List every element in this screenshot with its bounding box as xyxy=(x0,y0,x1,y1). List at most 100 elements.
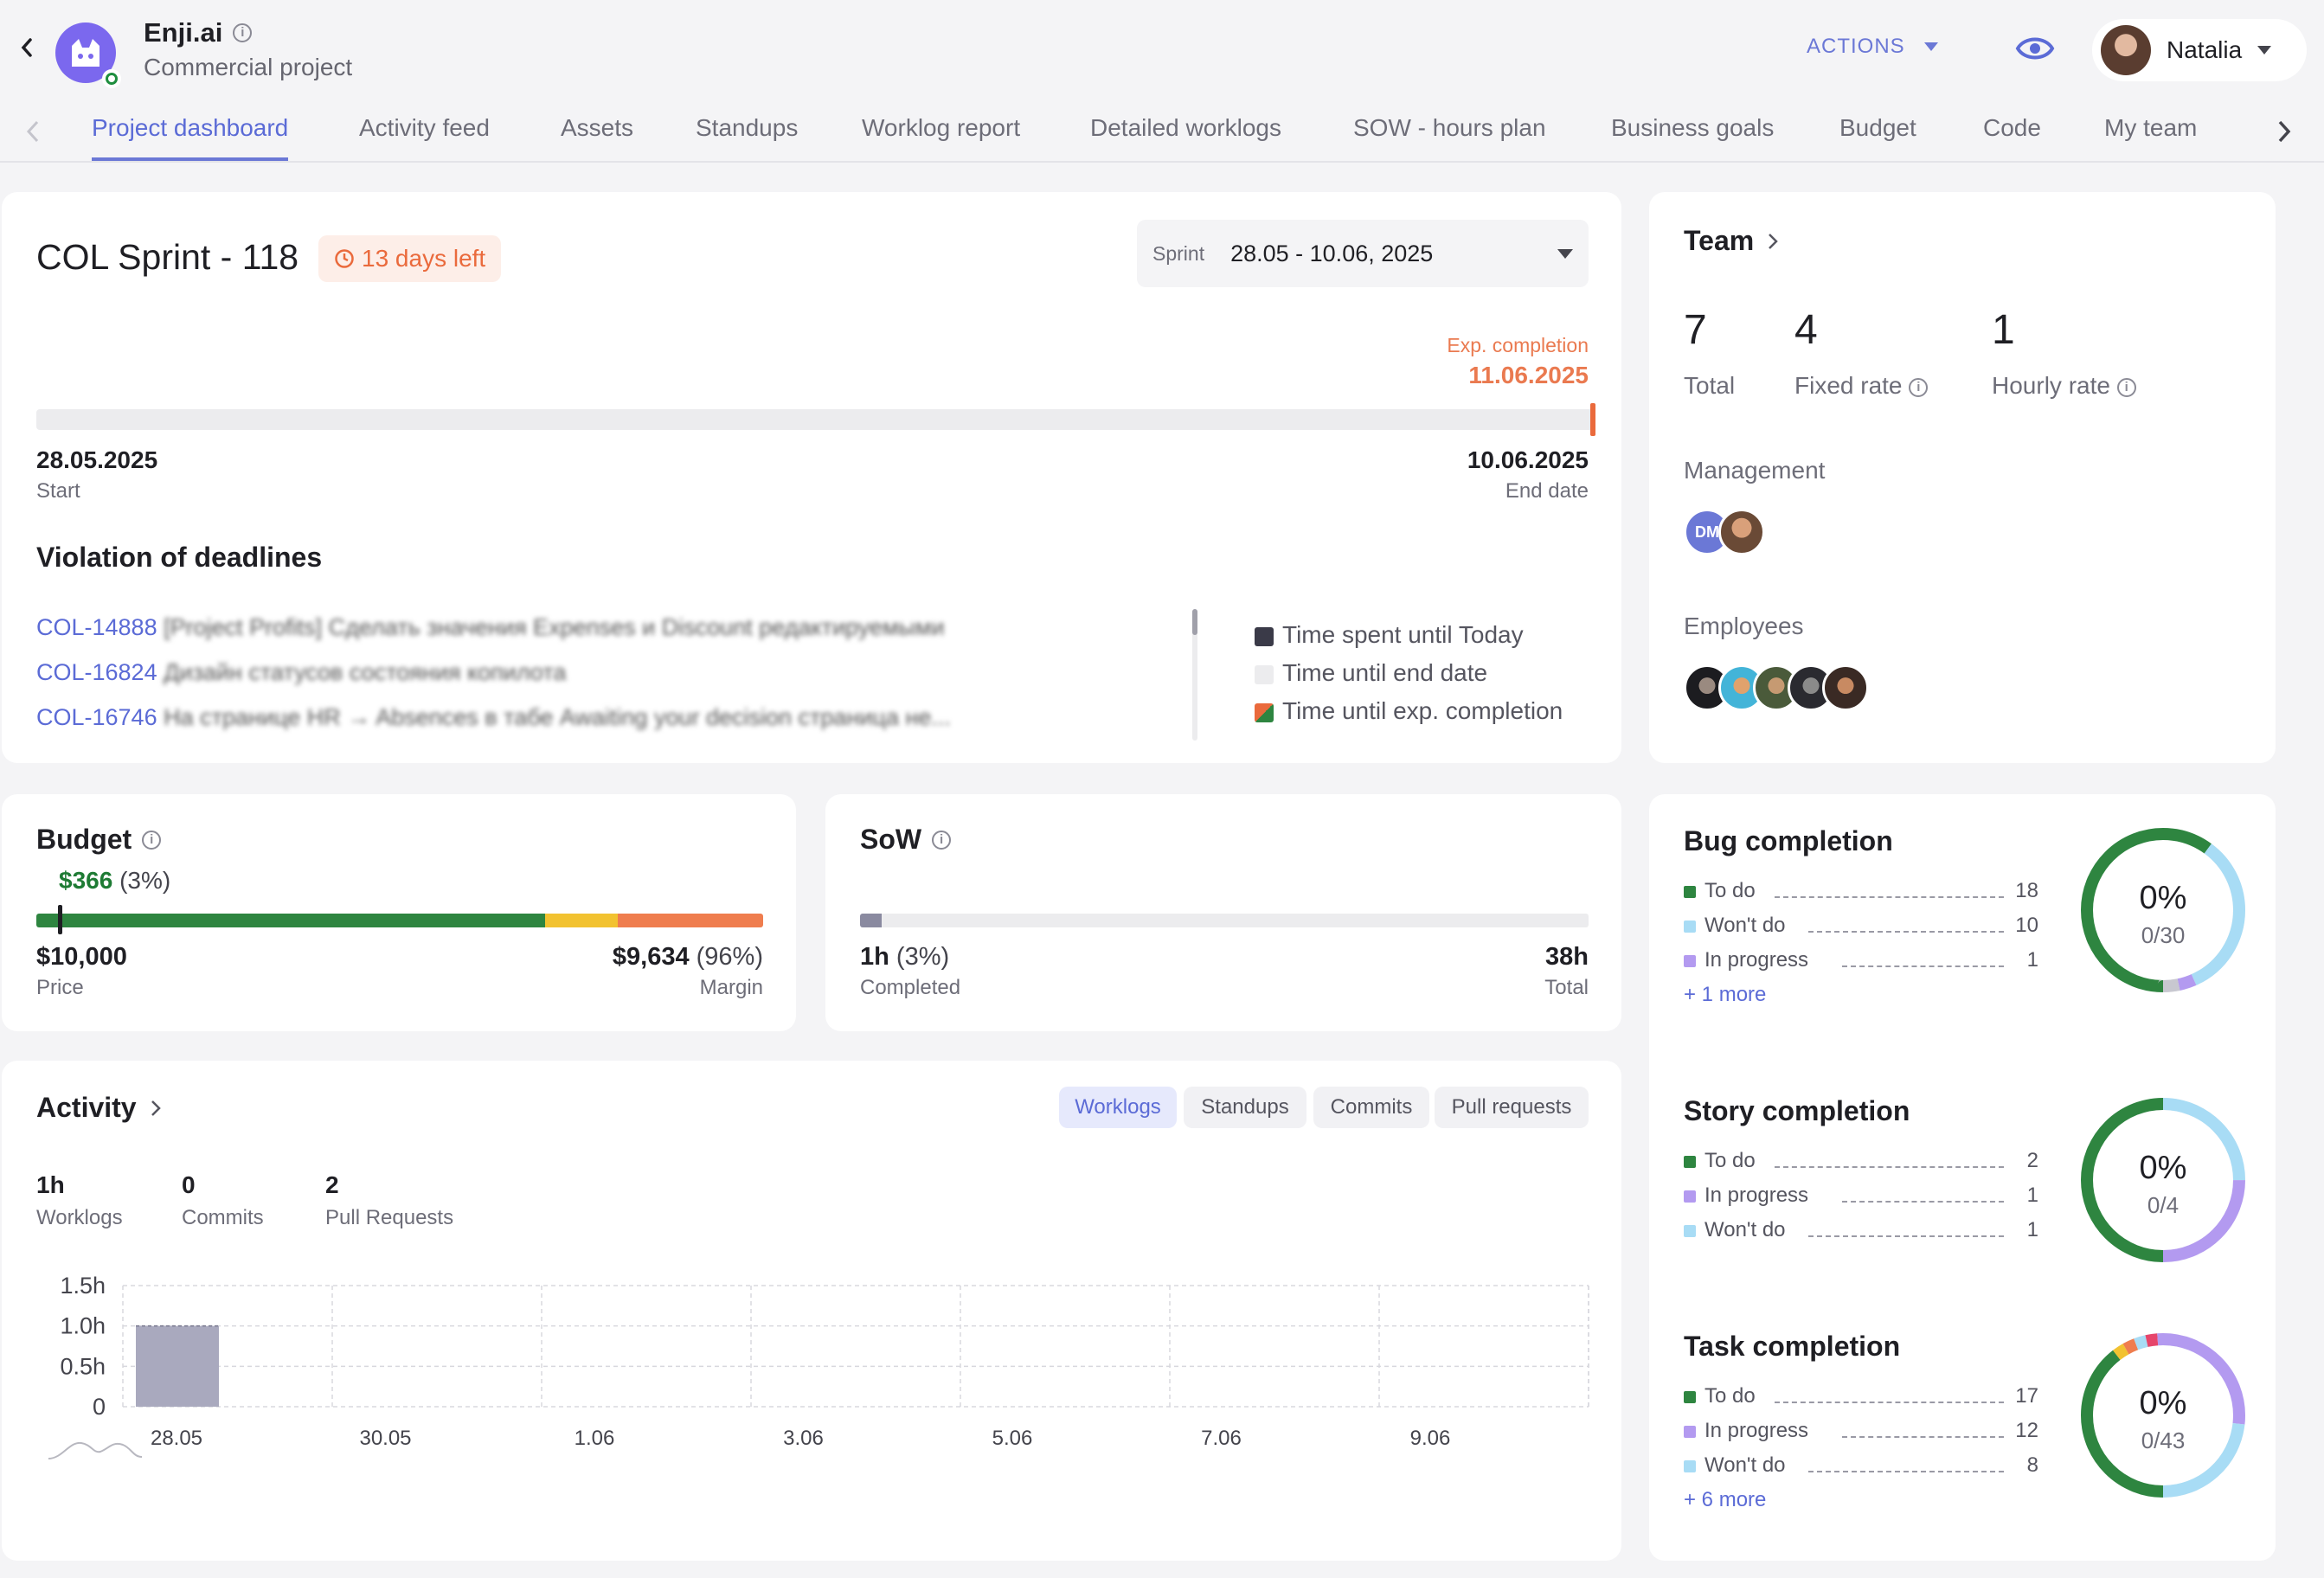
x-tick-label: 3.06 xyxy=(783,1427,824,1450)
completion-ratio: 0/43 xyxy=(2141,1427,2186,1453)
filter-standups[interactable]: Standups xyxy=(1184,1087,1306,1128)
avatar[interactable] xyxy=(1718,509,1765,555)
tab-standups[interactable]: Standups xyxy=(696,114,798,161)
tab-activity-feed[interactable]: Activity feed xyxy=(359,114,490,161)
info-icon[interactable]: i xyxy=(2116,377,2136,397)
team-title: Team xyxy=(1684,225,1755,256)
issue-summary: Дизайн статусов состояния копилота xyxy=(164,659,567,685)
actions-label: ACTIONS xyxy=(1807,35,1905,58)
tab-budget[interactable]: Budget xyxy=(1839,114,1916,161)
team-title-link[interactable]: Team xyxy=(1684,225,1778,257)
sow-title-text: SoW xyxy=(860,824,922,855)
issue-summary: На странице HR → Absences в табе Awaitin… xyxy=(164,704,951,730)
filter-pull-requests[interactable]: Pull requests xyxy=(1435,1087,1589,1128)
filter-worklogs[interactable]: Worklogs xyxy=(1059,1087,1177,1128)
stat-commits-label: Commits xyxy=(182,1206,264,1229)
activity-chart: 0 0.5h 1.0h 1.5h 28.05 30.05 1.06 3.06 5.06 7.06 9… xyxy=(48,1273,1589,1459)
tabs-scroll-left-icon[interactable] xyxy=(16,114,50,149)
issue-key[interactable]: COL-16824 xyxy=(36,659,157,685)
tab-assets[interactable]: Assets xyxy=(561,114,633,161)
info-icon[interactable]: i xyxy=(233,23,253,42)
sow-total-label: Total xyxy=(1544,976,1589,999)
eye-icon[interactable] xyxy=(2014,31,2056,66)
actions-dropdown[interactable]: ACTIONS xyxy=(1807,35,1938,59)
sow-completed-label: Completed xyxy=(860,976,961,999)
list-item[interactable]: COL-14888 [Project Profits] Сделать знач… xyxy=(36,614,945,641)
issue-key[interactable]: COL-14888 xyxy=(36,614,157,640)
employee-avatars xyxy=(1684,664,1909,713)
list-item[interactable]: COL-16824 Дизайн статусов состояния копи… xyxy=(36,659,566,686)
activity-title-link[interactable]: Activity xyxy=(36,1092,161,1124)
stat-pr-label: Pull Requests xyxy=(325,1206,454,1229)
legend-swatch xyxy=(1255,702,1274,722)
tab-worklog-report[interactable]: Worklog report xyxy=(862,114,1020,161)
legend-swatch xyxy=(1684,1390,1696,1403)
sprint-selector-label: Sprint xyxy=(1152,241,1205,265)
sow-completed-percent: (3%) xyxy=(896,943,950,971)
legend-label: In progress xyxy=(1704,948,1809,972)
tab-business-goals[interactable]: Business goals xyxy=(1611,114,1774,161)
avatar[interactable] xyxy=(1822,664,1869,711)
x-tick-label: 28.05 xyxy=(151,1427,202,1450)
avatar xyxy=(2101,25,2151,75)
issue-key[interactable]: COL-16746 xyxy=(36,704,157,730)
budget-spent: $366 (3%) xyxy=(59,867,170,895)
budget-card: Budget i $366 (3%) $10,000 Price $9,634 … xyxy=(2,794,796,1031)
stat-worklogs-label: Worklogs xyxy=(36,1206,123,1229)
x-tick-label: 30.05 xyxy=(359,1427,411,1450)
completion-legend-item: Won't do xyxy=(1684,1453,1786,1478)
issue-summary: [Project Profits] Сделать значения Expen… xyxy=(164,614,945,640)
project-type: Commercial project xyxy=(144,54,353,80)
tab-my-team[interactable]: My team xyxy=(2104,114,2197,161)
exp-completion-marker xyxy=(1590,403,1595,436)
completion-ratio: 0/4 xyxy=(2147,1192,2179,1218)
info-icon[interactable]: i xyxy=(932,830,952,850)
caret-down-icon xyxy=(1923,42,1938,51)
sow-progress-bar xyxy=(860,914,1589,927)
end-date: 10.06.2025 xyxy=(1467,446,1589,473)
team-fixed-label: Fixed rate i xyxy=(1794,372,1929,400)
legend-label: In progress xyxy=(1704,1184,1809,1207)
list-item[interactable]: COL-16746 На странице HR → Absences в та… xyxy=(36,704,951,731)
sow-title: SoW i xyxy=(860,824,952,856)
tab-detailed-worklogs[interactable]: Detailed worklogs xyxy=(1090,114,1281,161)
y-tick-label: 0.5h xyxy=(60,1353,106,1379)
project-logo[interactable] xyxy=(55,22,121,88)
brand-wave-icon xyxy=(48,1441,143,1459)
legend-swatch xyxy=(1684,1425,1696,1438)
completion-section: Bug completion To do 18 Won't do 10 In progre… xyxy=(1649,825,2276,1068)
completion-percent: 0% xyxy=(2140,1385,2187,1421)
tab-sow-hours-plan[interactable]: SOW - hours plan xyxy=(1353,114,1546,161)
sprint-card: COL Sprint - 118 13 days left Sprint 28.… xyxy=(2,192,1621,763)
budget-bar-segment xyxy=(618,914,763,927)
team-hourly-label-text: Hourly rate xyxy=(1992,372,2110,399)
completion-count: 1 xyxy=(2026,1218,2038,1241)
budget-title: Budget i xyxy=(36,824,162,856)
legend-item: Time until exp. completion xyxy=(1255,697,1563,725)
info-icon[interactable]: i xyxy=(142,830,162,850)
chevron-right-icon xyxy=(1769,233,1778,249)
start-label: Start xyxy=(36,479,80,503)
dotted-leader xyxy=(1808,1235,2004,1237)
budget-margin-label: Margin xyxy=(699,976,763,999)
completion-count: 2 xyxy=(2026,1149,2038,1172)
budget-spent-marker xyxy=(58,905,63,934)
filter-commits[interactable]: Commits xyxy=(1313,1087,1429,1128)
tab-project-dashboard[interactable]: Project dashboard xyxy=(92,114,289,161)
sprint-selector[interactable]: Sprint 28.05 - 10.06, 2025 xyxy=(1137,220,1589,287)
tabs-scroll-right-icon[interactable] xyxy=(2267,114,2302,149)
user-menu[interactable]: Natalia xyxy=(2092,19,2307,81)
tab-code[interactable]: Code xyxy=(1983,114,2041,161)
completion-legend-item: To do xyxy=(1684,879,1756,903)
back-arrow-icon[interactable] xyxy=(12,33,42,62)
show-more-link[interactable]: + 1 more xyxy=(1684,983,1766,1007)
info-icon[interactable]: i xyxy=(1909,377,1929,397)
completion-legend-item: In progress xyxy=(1684,1184,1808,1208)
chart-bar xyxy=(136,1325,219,1407)
team-total-label: Total xyxy=(1684,372,1736,399)
show-more-link[interactable]: + 6 more xyxy=(1684,1488,1766,1512)
sprint-selector-value: 28.05 - 10.06, 2025 xyxy=(1230,240,1434,266)
scrollbar[interactable] xyxy=(1192,609,1197,741)
completion-count: 17 xyxy=(2015,1384,2038,1408)
clock-icon xyxy=(335,249,354,268)
